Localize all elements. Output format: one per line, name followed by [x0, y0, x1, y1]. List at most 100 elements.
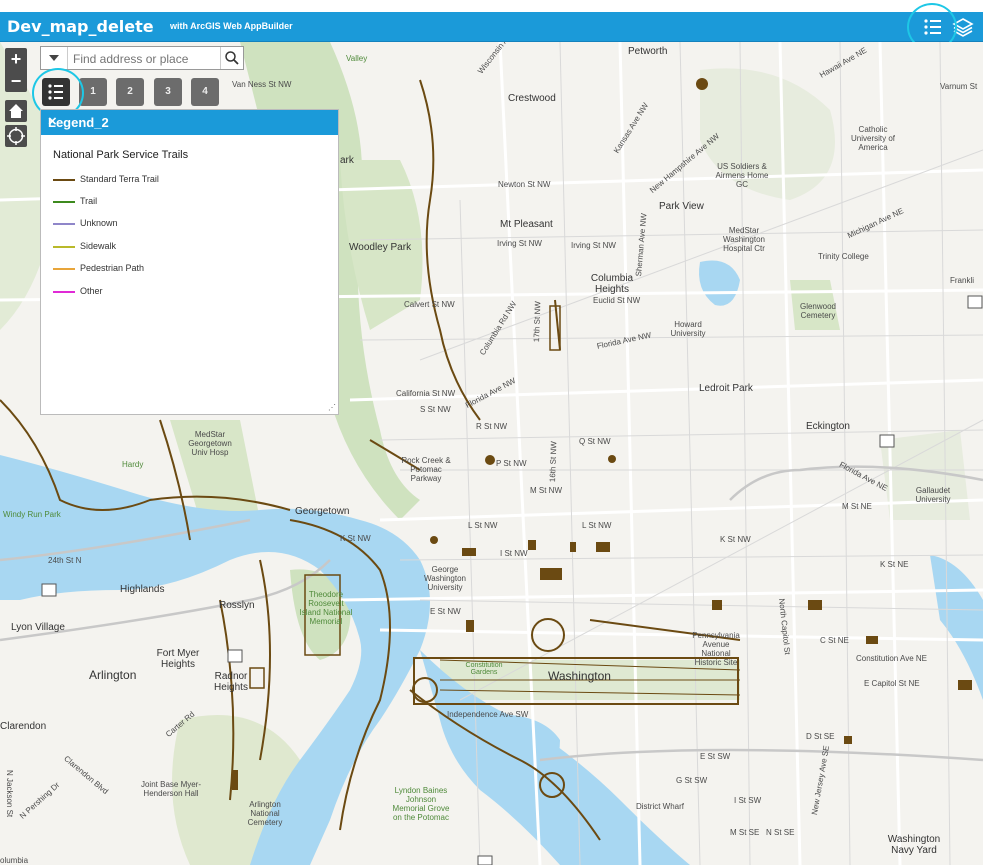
label-ledroit-park: Ledroit Park [699, 383, 753, 394]
label-california-st: California St NW [396, 389, 456, 398]
label-irving-st: Irving St NW [497, 239, 542, 248]
label-park-view: Park View [659, 201, 704, 212]
label-washington: Washington [548, 669, 611, 683]
label-q-st: Q St NW [579, 437, 611, 446]
label-i-st-sw: I St SW [734, 796, 762, 805]
label-varnum-st: Varnum St [940, 82, 978, 91]
legend-swatch [53, 246, 75, 248]
label-washington-navy-yard: Washington Navy Yard [887, 834, 941, 856]
label-ark: ark [340, 155, 354, 166]
label-georgetown: Georgetown [295, 506, 350, 517]
label-r-st: R St NW [476, 422, 508, 431]
search-source-dropdown[interactable] [41, 47, 68, 69]
label-irving-st-2: Irving St NW [571, 241, 616, 250]
label-euclid-st: Euclid St NW [593, 296, 641, 305]
label-hardy: Hardy [122, 460, 144, 469]
label-us-soldiers: US Soldiers & Airmens Home GC [715, 162, 769, 189]
label-columbia-left: olumbia [0, 856, 29, 865]
label-medstar-washington: MedStar Washington Hospital Ctr [723, 226, 765, 253]
label-columbia-heights: Columbia Heights [590, 273, 634, 295]
label-16th-st: 16th St NW [548, 441, 559, 483]
my-location-button[interactable] [5, 125, 27, 147]
label-lyon-village: Lyon Village [11, 622, 65, 633]
label-gallaudet: Gallaudet University [915, 486, 951, 504]
label-e-st: E St NW [430, 607, 461, 616]
label-independence-ave: Independence Ave SW [447, 710, 529, 719]
label-radnor-heights: Radnor Heights [214, 671, 248, 693]
legend-swatch [53, 179, 75, 181]
label-clarendon: Clarendon [0, 721, 47, 732]
label-arlington-cemetery: Arlington National Cemetery [247, 800, 283, 827]
label-p-st: P St NW [496, 459, 527, 468]
label-rosslyn: Rosslyn [219, 600, 255, 611]
label-calvert-st: Calvert St NW [404, 300, 455, 309]
label-highlands: Highlands [120, 584, 165, 595]
label-lyndon-johnson: Lyndon Baines Johnson Memorial Grove on … [392, 786, 450, 822]
label-17th-st: 17th St NW [532, 301, 543, 343]
label-e-st-sw: E St SW [700, 752, 731, 761]
label-trinity-college: Trinity College [818, 252, 869, 261]
zoom-out-button[interactable]: − [5, 70, 27, 92]
geocoder-search [40, 46, 244, 70]
label-m-st-ne: M St NE [842, 502, 872, 511]
legend-item-label: Pedestrian Path [80, 263, 145, 273]
label-g-st-sw: G St SW [676, 776, 708, 785]
legend-item-label: Trail [80, 196, 98, 206]
label-george-washington: George Washington University [424, 565, 466, 592]
close-icon[interactable]: × [48, 113, 331, 130]
label-i-st: I St NW [500, 549, 528, 558]
legend-item-label: Standard Terra Trail [80, 174, 159, 184]
label-k-st-2: K St NW [720, 535, 751, 544]
label-mt-pleasant: Mt Pleasant [500, 219, 553, 230]
label-woodley-park: Woodley Park [349, 242, 412, 253]
label-petworth: Petworth [628, 46, 668, 57]
legend-item-label: Unknown [80, 218, 118, 228]
label-eckington: Eckington [806, 421, 850, 432]
map-view[interactable]: Petworth Crestwood Mt Pleasant Park View… [0, 42, 983, 865]
locate-icon [7, 127, 25, 145]
widget-placeholder-3[interactable]: 3 [154, 78, 182, 106]
search-button[interactable] [220, 47, 243, 69]
label-24th-st: 24th St N [48, 556, 82, 565]
legend-panel-header: Legend_2 × [41, 110, 338, 135]
label-constitution-gardens: Constitution Gardens [465, 662, 503, 676]
home-button[interactable] [5, 100, 27, 122]
label-windy-run: Windy Run Park [3, 510, 61, 519]
label-m-st-se: M St SE [730, 828, 760, 837]
label-fort-myer-heights: Fort Myer Heights [156, 648, 200, 670]
legend-swatch [53, 291, 75, 293]
label-k-st: K St NW [340, 534, 371, 543]
label-jackson-st: N Jackson St [5, 770, 14, 818]
zoom-in-button[interactable]: + [5, 48, 27, 70]
label-e-capitol-st: E Capitol St NE [864, 679, 920, 688]
label-district-wharf: District Wharf [636, 802, 684, 811]
label-k-st-ne: K St NE [880, 560, 909, 569]
label-rock-creek: Rock Creek & Potomac Parkway [401, 456, 451, 483]
label-joint-base: Joint Base Myer-Henderson Hall [140, 780, 202, 798]
legend-swatch [53, 223, 75, 225]
resize-handle-icon[interactable]: ⋰ [328, 403, 336, 412]
label-catholic-university: Catholic University of America [850, 125, 895, 152]
label-franklin: Frankli [950, 276, 975, 285]
label-newton-st: Newton St NW [498, 180, 551, 189]
legend-panel: Legend_2 × National Park Service Trails … [40, 109, 339, 415]
legend-swatch [53, 268, 75, 270]
label-van-ness: Van Ness St NW [232, 80, 292, 89]
label-crestwood: Crestwood [508, 93, 556, 104]
legend-item-label: Other [80, 286, 103, 296]
app-header: Dev_map_delete with ArcGIS Web AppBuilde… [0, 12, 983, 42]
label-theodore-roosevelt: Theodore Roosevelt Island National Memor… [299, 590, 353, 626]
label-howard-university: Howard University [670, 320, 706, 338]
caret-down-icon [49, 55, 59, 61]
widget-placeholder-4[interactable]: 4 [191, 78, 219, 106]
app-title: Dev_map_delete [7, 17, 154, 36]
label-valley: Valley [346, 54, 368, 63]
legend-item-label: Sidewalk [80, 241, 117, 251]
widget-placeholder-2[interactable]: 2 [116, 78, 144, 106]
search-icon [225, 51, 239, 65]
label-glenwood-cemetery: Glenwood Cemetery [799, 302, 837, 320]
label-medstar-georgetown: MedStar Georgetown Univ Hosp [188, 430, 232, 457]
label-constitution-ave-ne: Constitution Ave NE [856, 654, 928, 663]
label-l-st: L St NW [468, 521, 498, 530]
search-input[interactable] [71, 50, 225, 68]
